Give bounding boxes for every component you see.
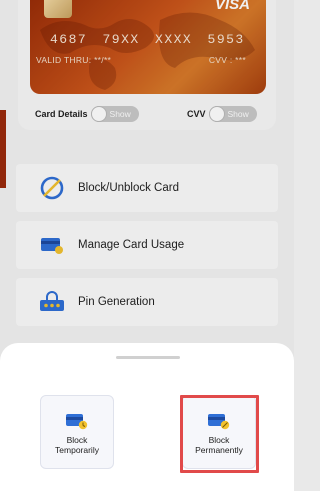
option-label: Block Temporarily	[55, 435, 99, 455]
block-temporarily-icon	[66, 414, 88, 430]
block-temporarily-button[interactable]: Block Temporarily	[40, 395, 114, 469]
selection-highlight	[180, 395, 259, 473]
sheet-drag-handle[interactable]	[116, 356, 180, 359]
